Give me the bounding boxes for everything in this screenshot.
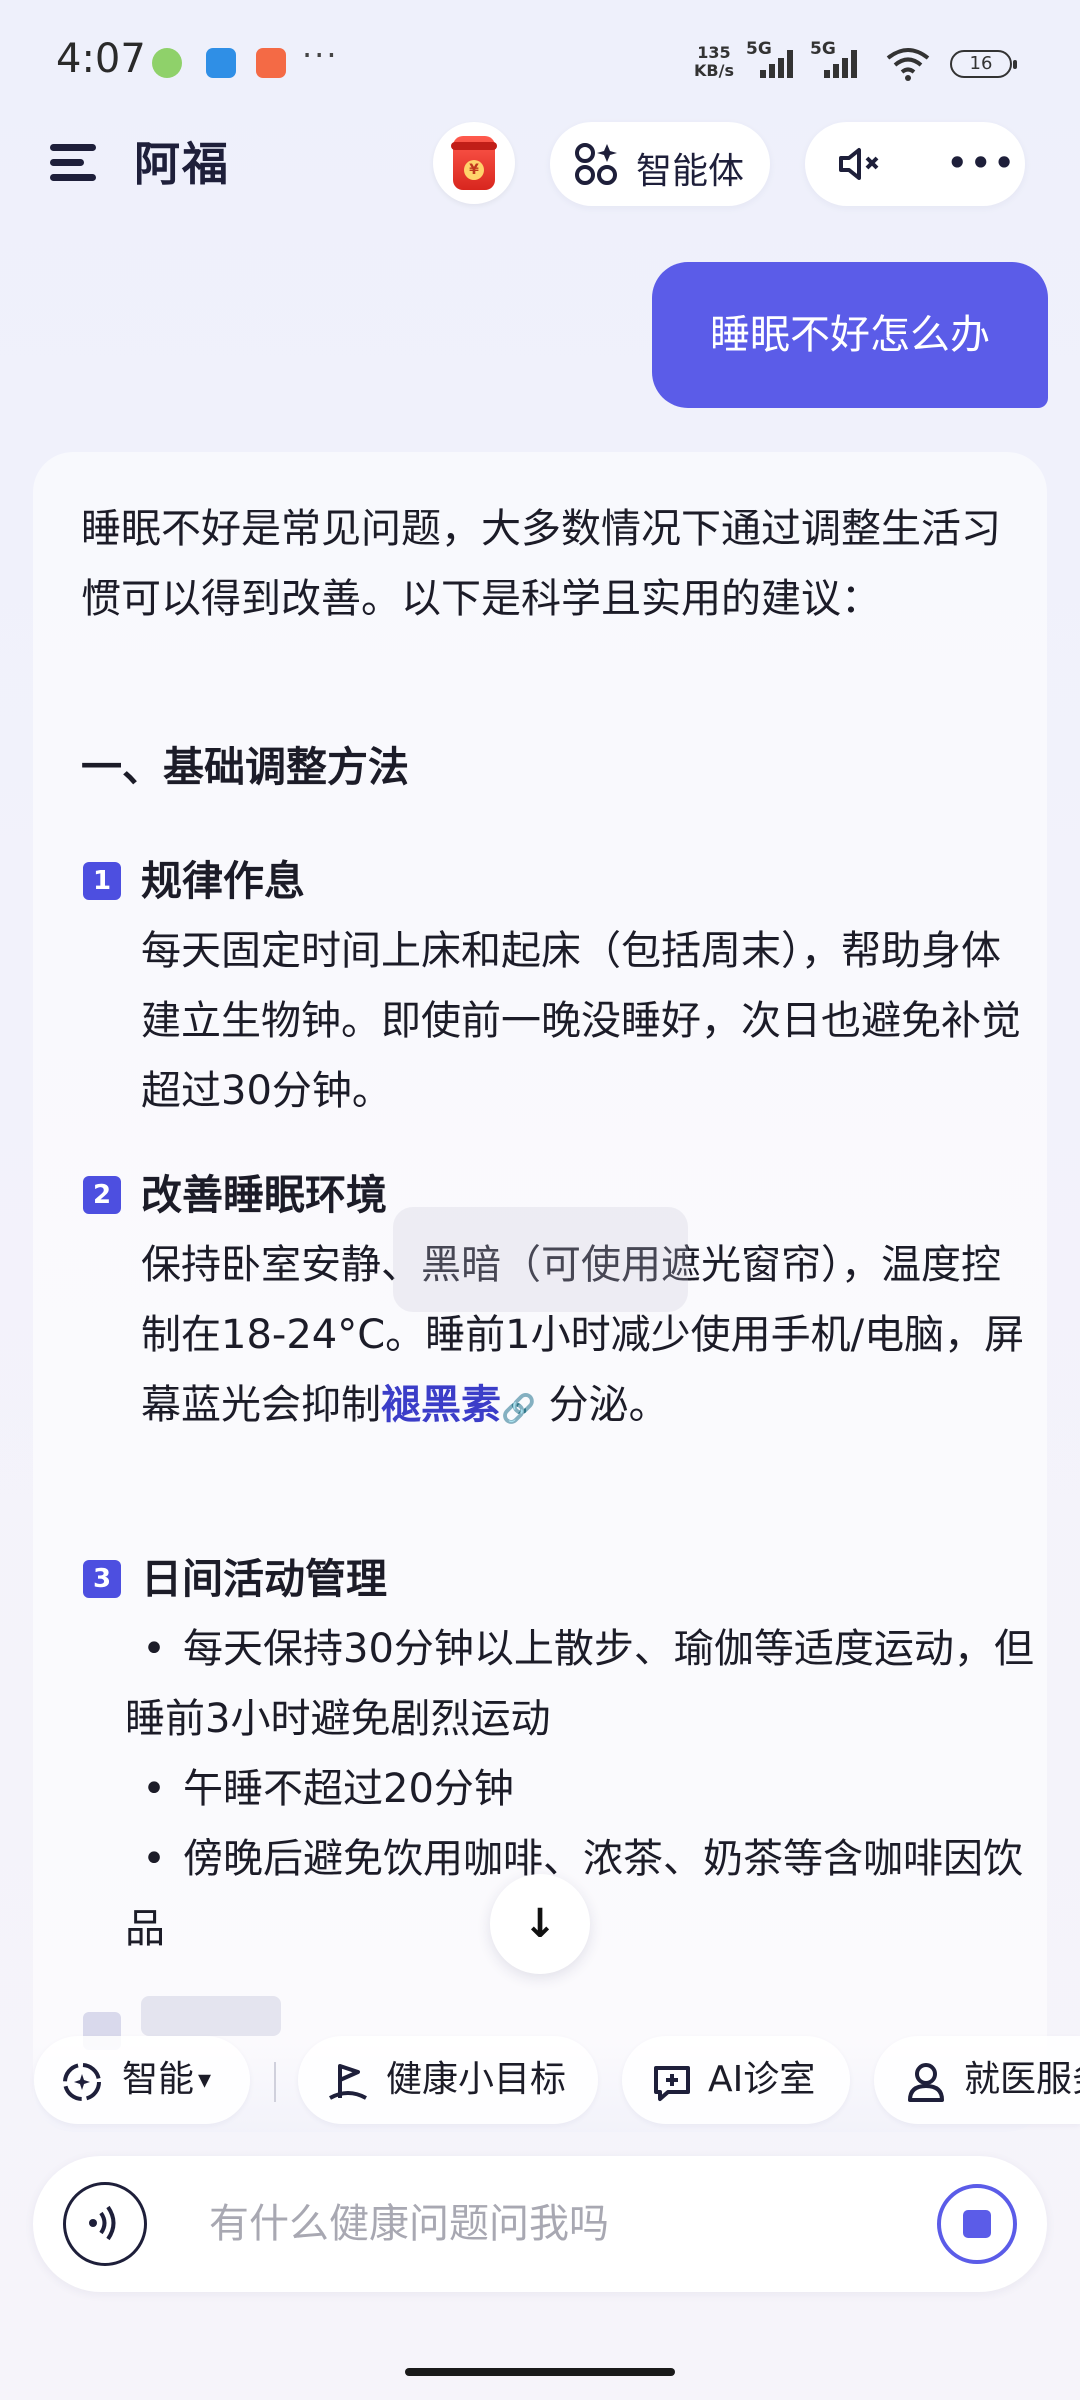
item-number-badge: 2 (83, 1176, 121, 1214)
item-body: 每天固定时间上床和起床（包括周末），帮助身体建立生物钟。即使前一晚没睡好，次日也… (141, 928, 1021, 1114)
highlight-overlay (393, 1207, 688, 1312)
goal-flag-icon (329, 2064, 367, 2100)
chip-label: 就医服务 (964, 2059, 1080, 2100)
voice-input-button[interactable] (63, 2182, 147, 2266)
item-title: 规律作息 (141, 857, 305, 905)
network-speed: 135 KB/s (694, 43, 734, 80)
item-body-text: 分泌。 (548, 1382, 669, 1428)
smart-mode-icon (63, 2063, 101, 2101)
stop-generation-button[interactable] (937, 2184, 1017, 2264)
app-notification-icon (206, 48, 236, 78)
battery-indicator: 16 (950, 50, 1017, 78)
menu-icon[interactable] (50, 140, 100, 184)
link-icon: 🔗 (501, 1392, 536, 1425)
doctor-icon (908, 2063, 944, 2102)
ai-clinic-chip[interactable]: AI诊室 (622, 2036, 850, 2124)
item-title: 改善睡眠环境 (141, 1171, 387, 1219)
list-item: • 午睡不超过20分钟 (142, 1766, 514, 1812)
answer-intro: 睡眠不好是常见问题，大多数情况下通过调整生活习惯可以得到改善。以下是科学且实用的… (81, 506, 1001, 622)
status-bar: 4:07 ··· 135 KB/s 5G 5G 16 (0, 0, 1080, 120)
signal-2-label: 5G (810, 39, 836, 59)
header-actions: ••• (805, 122, 1025, 206)
wifi-icon (886, 48, 930, 81)
list-item: • 每天保持30分钟以上散步、瑜伽等适度运动，但睡前3小时避免剧烈运动 (125, 1626, 1034, 1742)
wechat-notification-icon (152, 48, 182, 78)
scroll-down-button[interactable]: ↓ (490, 1874, 590, 1974)
agent-button[interactable]: 智能体 (550, 122, 770, 206)
health-goal-chip[interactable]: 健康小目标 (298, 2036, 598, 2124)
chip-divider (274, 2062, 276, 2102)
voice-wave-icon (89, 2205, 116, 2241)
chip-label: AI诊室 (708, 2059, 816, 2100)
more-options-icon[interactable]: ••• (947, 144, 1017, 182)
section-title: 一、基础调整方法 (81, 743, 409, 791)
status-time: 4:07 (56, 36, 146, 82)
agent-grid-icon (575, 143, 617, 185)
user-message-bubble: 睡眠不好怎么办 (652, 262, 1048, 408)
chip-label: 健康小目标 (386, 2059, 567, 2100)
chat-input-bar (33, 2156, 1047, 2292)
agent-label: 智能体 (636, 151, 745, 192)
home-indicator (405, 2368, 675, 2376)
shopping-notification-icon (256, 48, 286, 78)
more-notifications-icon: ··· (302, 36, 339, 74)
mode-label: 智能 (122, 2059, 195, 2100)
stop-icon (963, 2210, 991, 2238)
next-item-title (141, 1996, 281, 2036)
item-number-badge: 3 (83, 1560, 121, 1598)
red-packet-icon: ¥ (451, 136, 497, 190)
melatonin-link[interactable]: 褪黑素 (381, 1382, 501, 1428)
app-title: 阿福 (134, 137, 230, 191)
chevron-down-icon: ▾ (198, 2065, 212, 2095)
mode-selector-chip[interactable]: 智能 ▾ (34, 2036, 250, 2124)
signal-1-label: 5G (746, 39, 772, 59)
item-title: 日间活动管理 (141, 1555, 387, 1603)
medical-service-chip[interactable]: 就医服务 (874, 2036, 1080, 2124)
chat-plus-icon (654, 2066, 690, 2101)
chat-input[interactable] (209, 2194, 849, 2254)
red-packet-button[interactable]: ¥ (433, 122, 515, 204)
item-number-badge: 1 (83, 862, 121, 900)
speaker-mute-icon[interactable] (837, 146, 885, 182)
